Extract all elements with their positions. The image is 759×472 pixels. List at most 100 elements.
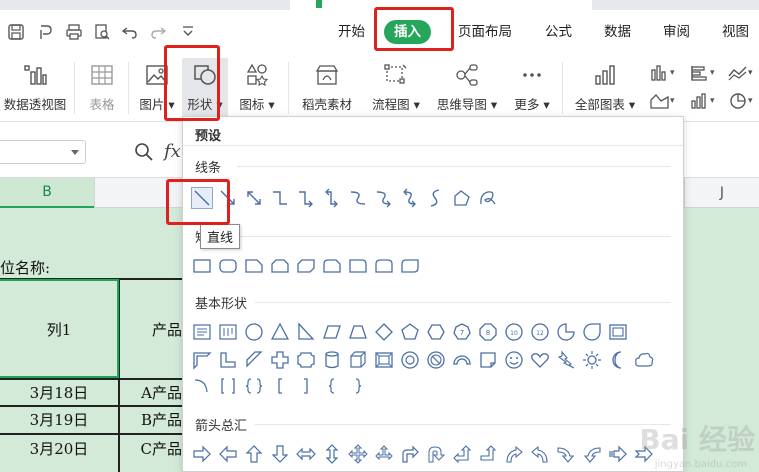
down-arrow-shape[interactable] xyxy=(269,443,291,465)
left-brace-shape[interactable] xyxy=(321,375,343,397)
up-arrow-shape[interactable] xyxy=(243,443,265,465)
tab-formulas[interactable]: 公式 xyxy=(545,22,572,42)
table-cell-date[interactable]: 3月20日 xyxy=(0,435,118,461)
header-cell-product[interactable]: 产品 xyxy=(120,280,182,378)
bent-arrow-shape[interactable] xyxy=(399,443,421,465)
bent-up-arrow-shape[interactable] xyxy=(477,443,499,465)
pentagon-shape[interactable] xyxy=(399,321,421,343)
snip-corner-rectangle-shape[interactable] xyxy=(243,255,265,277)
print-preview-icon[interactable] xyxy=(92,22,112,42)
curved-arrow-connector-shape[interactable] xyxy=(373,187,395,209)
left-arrow-shape[interactable] xyxy=(217,443,239,465)
diamond-shape[interactable] xyxy=(373,321,395,343)
l-shape[interactable] xyxy=(217,349,239,371)
bevel-shape[interactable] xyxy=(373,349,395,371)
vertical-text-box-shape[interactable] xyxy=(217,321,239,343)
elbow-connector-shape[interactable] xyxy=(269,187,291,209)
trapezoid-shape[interactable] xyxy=(347,321,369,343)
tab-data[interactable]: 数据 xyxy=(604,22,631,42)
heart-shape[interactable] xyxy=(529,349,551,371)
column-header-j[interactable]: J xyxy=(684,178,759,208)
no-symbol-shape[interactable] xyxy=(425,349,447,371)
undo-history-icon[interactable] xyxy=(36,22,56,42)
freeform-shape[interactable] xyxy=(451,187,473,209)
rectangle-shape[interactable] xyxy=(191,255,213,277)
u-turn-arrow-shape[interactable] xyxy=(425,443,447,465)
column-chart-small-icon[interactable]: ▾ xyxy=(650,62,686,84)
docer-material-button[interactable]: 稻壳素材 xyxy=(294,58,360,118)
save-icon[interactable] xyxy=(6,22,26,42)
column-header-c[interactable] xyxy=(94,178,182,208)
plaque-shape[interactable] xyxy=(295,349,317,371)
double-arrow-line-shape[interactable] xyxy=(243,187,265,209)
shape-button[interactable]: 形状 ▾ xyxy=(182,58,228,118)
sun-shape[interactable] xyxy=(581,349,603,371)
more-button[interactable]: 更多 ▾ xyxy=(508,58,556,118)
tab-insert[interactable]: 插入 xyxy=(384,20,431,44)
chevron-down-icon[interactable] xyxy=(71,150,79,155)
arc-shape[interactable] xyxy=(191,375,213,397)
right-brace-shape[interactable] xyxy=(347,375,369,397)
mindmap-button[interactable]: 思维导图 ▾ xyxy=(432,58,502,118)
text-box-shape[interactable] xyxy=(191,321,213,343)
cross-shape[interactable] xyxy=(269,349,291,371)
icon-button[interactable]: 图标 ▾ xyxy=(234,58,280,118)
pie-chart-small-icon[interactable]: ▾ xyxy=(728,90,759,112)
tab-home[interactable]: 开始 xyxy=(338,22,365,42)
double-bracket-shape[interactable] xyxy=(217,375,239,397)
right-arrow-shape[interactable] xyxy=(191,443,213,465)
dodecagon-shape[interactable]: 12 xyxy=(529,321,551,343)
left-right-arrow-shape[interactable] xyxy=(295,443,317,465)
area-chart-small-icon[interactable]: ▾ xyxy=(650,90,686,112)
lightning-bolt-shape[interactable] xyxy=(555,349,577,371)
round-one-corner-rectangle-shape[interactable] xyxy=(347,255,369,277)
smiley-face-shape[interactable] xyxy=(503,349,525,371)
cube-shape[interactable] xyxy=(347,349,369,371)
block-arc-shape[interactable] xyxy=(451,349,473,371)
tab-review[interactable]: 审阅 xyxy=(663,22,690,42)
round-same-side-rectangle-shape[interactable] xyxy=(373,255,395,277)
snip-same-side-rectangle-shape[interactable] xyxy=(269,255,291,277)
snip-round-rectangle-shape[interactable] xyxy=(321,255,343,277)
active-document-tab[interactable] xyxy=(290,0,592,10)
table-cell-product[interactable]: A产品 xyxy=(120,380,182,404)
table-button[interactable]: 表格 xyxy=(82,58,122,118)
stat-chart-small-icon[interactable]: ▾ xyxy=(690,90,726,112)
flowchart-button[interactable]: 流程图 ▾ xyxy=(366,58,426,118)
donut-shape[interactable] xyxy=(399,349,421,371)
snip-diagonal-rectangle-shape[interactable] xyxy=(295,255,317,277)
curved-double-arrow-shape[interactable] xyxy=(399,187,421,209)
column-header-b[interactable]: B xyxy=(0,178,94,208)
curved-down-arrow-shape[interactable] xyxy=(581,443,603,465)
straight-line-shape[interactable] xyxy=(191,187,213,209)
right-triangle-shape[interactable] xyxy=(295,321,317,343)
hexagon-shape[interactable] xyxy=(425,321,447,343)
name-box[interactable] xyxy=(0,140,86,164)
triangle-shape[interactable] xyxy=(269,321,291,343)
curve-shape[interactable] xyxy=(425,187,447,209)
quad-arrow-shape[interactable] xyxy=(347,443,369,465)
half-frame-shape[interactable] xyxy=(191,349,213,371)
decagon-shape[interactable]: 10 xyxy=(503,321,525,343)
redo-icon[interactable] xyxy=(148,22,168,42)
curved-up-arrow-shape[interactable] xyxy=(555,443,577,465)
table-cell-product[interactable]: C产品 xyxy=(120,435,182,461)
double-brace-shape[interactable] xyxy=(243,375,265,397)
pivot-chart-button[interactable]: 数据透视图 xyxy=(0,58,70,118)
left-bracket-shape[interactable] xyxy=(269,375,291,397)
striped-right-arrow-shape[interactable] xyxy=(607,443,629,465)
line-chart-small-icon[interactable]: ▾ xyxy=(728,62,759,84)
table-cell-date[interactable]: 3月18日 xyxy=(0,380,118,404)
cloud-shape[interactable] xyxy=(633,349,655,371)
curved-left-arrow-shape[interactable] xyxy=(529,443,551,465)
search-icon[interactable] xyxy=(134,142,154,166)
header-cell-col1[interactable]: 列1 xyxy=(0,280,118,378)
frame-shape[interactable] xyxy=(607,321,629,343)
curved-right-arrow-shape[interactable] xyxy=(503,443,525,465)
print-icon[interactable] xyxy=(64,22,84,42)
round-diagonal-rectangle-shape[interactable] xyxy=(399,255,421,277)
undo-icon[interactable] xyxy=(120,22,140,42)
can-shape[interactable] xyxy=(321,349,343,371)
elbow-arrow-connector-shape[interactable] xyxy=(295,187,317,209)
table-cell-date[interactable]: 3月19日 xyxy=(0,407,118,431)
